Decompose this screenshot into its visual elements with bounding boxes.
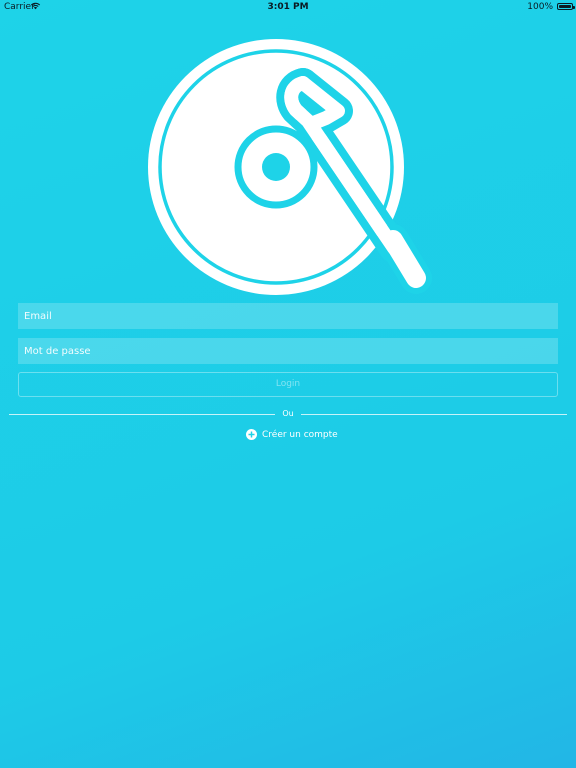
turntable-record-icon xyxy=(148,39,432,295)
create-account-label: Créer un compte xyxy=(262,429,338,440)
create-account-button[interactable]: Créer un compte xyxy=(246,428,338,441)
status-bar: Carrier 3:01 PM 100% xyxy=(0,0,576,14)
email-field[interactable] xyxy=(18,303,558,329)
clock-time: 3:01 PM xyxy=(267,2,309,12)
password-field[interactable] xyxy=(18,338,558,364)
divider-line-right xyxy=(301,414,567,415)
battery-percentage: 100% xyxy=(527,2,553,12)
plus-circle-icon xyxy=(246,429,257,440)
login-button[interactable]: Login xyxy=(18,372,558,397)
battery-icon xyxy=(557,3,575,10)
